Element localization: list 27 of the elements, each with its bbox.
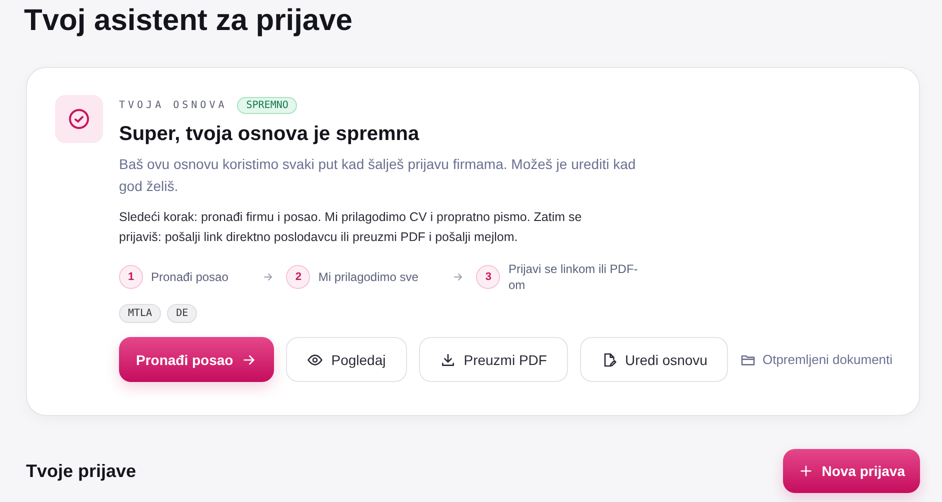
download-icon [440,352,456,368]
step-label: Prijavi se linkom ili PDF-om [508,261,639,293]
action-button[interactable]: Pogledaj [286,337,407,382]
tag: MTLA [119,304,162,323]
new-application-button[interactable]: Nova prijava [782,449,920,493]
section-heading: Tvoje prijave [26,460,136,482]
step-number: 1 [119,265,143,289]
arrow-right-icon [262,271,274,283]
documents-link[interactable]: Otpremljeni dokumenti [740,337,893,382]
check-circle-icon [67,107,91,131]
arrow-right-icon [452,271,464,283]
card-heading: Super, tvoja osnova je spremna [119,122,420,147]
action-button[interactable]: Pronađi posao [119,337,274,382]
status-badge: SPREMNO [237,96,298,114]
eye-icon [307,352,324,368]
section-label: TVOJA OSNOVA [119,100,228,110]
step-label: Pronađi posao [151,269,228,285]
tag: DE [167,304,198,323]
step-number: 2 [286,265,310,289]
plus-icon [798,463,814,479]
description-text: Baš ovu osnovu koristimo svaki put kad šalješ prijavu firmama. Možeš je urediti kad god želiš. [119,155,637,196]
step-number: 3 [476,265,500,289]
next-step-text: Sledeći korak: pronađi firmu i posao. Mi prilagodimo CV i propratno pismo. Zatim se prijaviš: pošalji link direktno poslodavcu ili preuzmi PDF i pošalji mejlom. [119,209,583,246]
action-button[interactable]: Uredi osnovu [580,337,728,382]
page-title: Tvoj asistent za prijave [24,3,354,39]
step-label: Mi prilagodimo sve [318,269,418,285]
action-button[interactable]: Preuzmi PDF [418,337,568,382]
